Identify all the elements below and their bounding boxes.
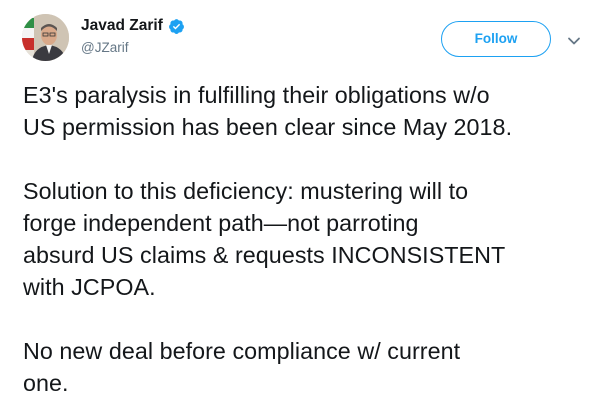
tweet-paragraph: E3's paralysis in fulfilling their oblig… — [23, 82, 513, 140]
author-handle[interactable]: @JZarif — [81, 39, 128, 57]
tweet-text: E3's paralysis in fulfilling their oblig… — [23, 79, 593, 399]
tweet-paragraph: Solution to this deficiency: mustering w… — [23, 178, 506, 300]
verified-badge-icon — [168, 18, 185, 35]
tweet-paragraph: No new deal before compliance w/ current… — [23, 338, 461, 396]
follow-button[interactable]: Follow — [441, 21, 551, 57]
author-name-row: Javad Zarif — [81, 16, 185, 36]
author-display-name[interactable]: Javad Zarif — [81, 16, 163, 36]
chevron-down-icon[interactable] — [567, 33, 581, 45]
avatar-photo — [22, 14, 69, 61]
tweet-card: Javad Zarif @JZarif Follow E3's paralysi… — [0, 0, 599, 403]
avatar[interactable] — [22, 14, 69, 61]
